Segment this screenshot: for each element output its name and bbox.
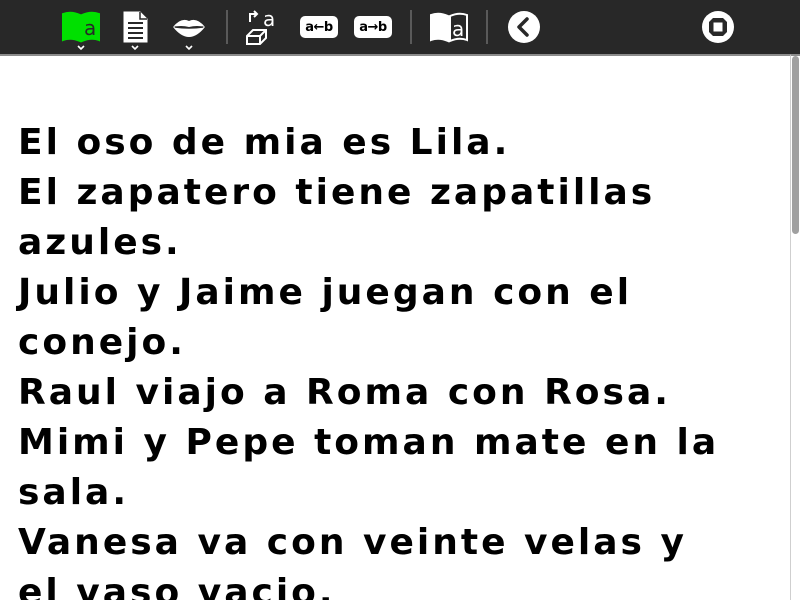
svg-text:a: a <box>84 16 96 40</box>
erase-button[interactable]: a <box>244 7 282 47</box>
text-line: azules. <box>18 222 182 263</box>
scrollbar-thumb[interactable] <box>792 56 799 234</box>
text-line: el vaso vacio. <box>18 572 336 600</box>
text-line: El zapatero tiene zapatillas <box>18 172 656 213</box>
translate-ba-button[interactable]: a←b <box>298 7 340 47</box>
translate-ab-label: a→b <box>354 16 392 38</box>
toolbar-separator <box>486 10 488 44</box>
translate-ba-label: a←b <box>300 16 338 38</box>
book-a-icon: a <box>429 11 469 43</box>
eraser-a-icon: a <box>244 8 282 46</box>
dictionary-button[interactable]: a <box>428 7 470 47</box>
back-button[interactable] <box>506 7 542 47</box>
chevron-down-icon <box>185 45 193 51</box>
chevron-down-icon <box>77 45 85 51</box>
svg-text:a: a <box>452 17 464 41</box>
stop-button[interactable] <box>700 7 736 47</box>
toolbar: a a a←b a→b a <box>0 0 800 54</box>
stop-icon <box>701 10 735 44</box>
vertical-scrollbar[interactable] <box>790 54 800 600</box>
translate-ab-button[interactable]: a→b <box>352 7 394 47</box>
svg-text:a: a <box>263 8 275 31</box>
toolbar-separator <box>226 10 228 44</box>
text-line: Julio y Jaime juegan con el <box>18 272 633 313</box>
text-body[interactable]: El oso de mia es Lila. El zapatero tiene… <box>18 118 778 600</box>
text-line: Mimi y Pepe toman mate en la <box>18 422 720 463</box>
text-page[interactable]: El oso de mia es Lila. El zapatero tiene… <box>0 54 790 600</box>
chevron-down-icon <box>131 45 139 51</box>
text-line: conejo. <box>18 322 186 363</box>
book-letter-a-icon: a <box>61 10 101 44</box>
back-circle-icon <box>507 10 541 44</box>
read-activity-button[interactable]: a <box>60 7 102 51</box>
speak-button[interactable] <box>170 7 208 51</box>
document-icon <box>121 10 149 44</box>
document-button[interactable] <box>118 7 152 51</box>
text-line: El oso de mia es Lila. <box>18 122 511 163</box>
text-line: Vanesa va con veinte velas y <box>18 522 687 563</box>
text-line: Raul viajo a Roma con Rosa. <box>18 372 671 413</box>
toolbar-separator <box>410 10 412 44</box>
lips-icon <box>171 15 207 39</box>
text-line: sala. <box>18 472 130 513</box>
